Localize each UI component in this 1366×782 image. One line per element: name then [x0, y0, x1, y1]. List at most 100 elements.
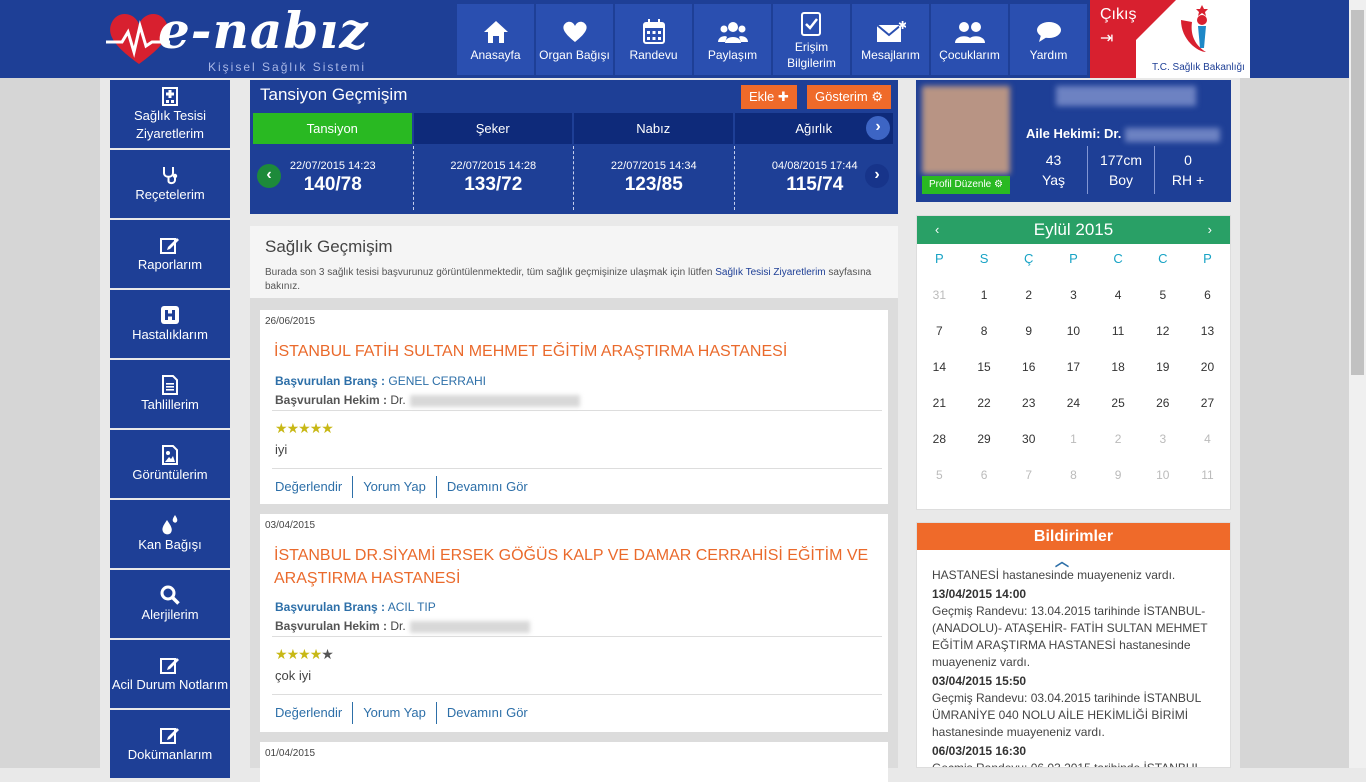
readings-next-arrow-icon[interactable]: ›: [865, 164, 889, 188]
rate-link[interactable]: Değerlendir: [275, 476, 352, 498]
calendar-day[interactable]: 9: [1006, 318, 1051, 354]
calendar-day[interactable]: 9: [1096, 462, 1141, 498]
calendar-day[interactable]: 30: [1006, 426, 1051, 462]
sidebar-item-tests[interactable]: Tahlillerim: [110, 360, 230, 428]
star-filled-icon[interactable]: ★: [321, 420, 334, 436]
calendar-day[interactable]: 27: [1185, 390, 1230, 426]
calendar-day[interactable]: 22: [962, 390, 1007, 426]
calendar-day[interactable]: 6: [1185, 282, 1230, 318]
calendar-day[interactable]: 11: [1096, 318, 1141, 354]
star-filled-icon[interactable]: ★: [298, 420, 311, 436]
hospital-name[interactable]: İSTANBUL FATİH SULTAN MEHMET EĞİTİM ARAŞ…: [274, 340, 879, 363]
calendar-day[interactable]: 23: [1006, 390, 1051, 426]
calendar-day[interactable]: 3: [1051, 282, 1096, 318]
nav-sharing-label: Paylaşım: [707, 47, 758, 62]
calendar-day[interactable]: 6: [962, 462, 1007, 498]
readings-prev-arrow-icon[interactable]: ‹: [257, 164, 281, 188]
sidebar-item-facility-visits[interactable]: Sağlık Tesisi Ziyaretlerim: [110, 80, 230, 148]
nav-help[interactable]: Yardım: [1010, 4, 1087, 75]
see-more-link[interactable]: Devamını Gör: [435, 476, 538, 498]
calendar-day[interactable]: 10: [1140, 462, 1185, 498]
calendar-prev-icon[interactable]: ‹: [935, 216, 939, 244]
calendar-day[interactable]: 2: [1006, 282, 1051, 318]
calendar-day[interactable]: 29: [962, 426, 1007, 462]
sidebar-item-reports[interactable]: Raporlarım: [110, 220, 230, 288]
calendar-day[interactable]: 11: [1185, 462, 1230, 498]
page-scrollbar[interactable]: [1349, 0, 1366, 768]
sidebar-item-allergies[interactable]: Alerjilerim: [110, 570, 230, 638]
calendar-day[interactable]: 4: [1185, 426, 1230, 462]
rate-link[interactable]: Değerlendir: [275, 702, 352, 724]
calendar-day[interactable]: 17: [1051, 354, 1096, 390]
facility-visits-link[interactable]: Sağlık Tesisi Ziyaretlerim: [715, 267, 825, 278]
calendar-next-icon[interactable]: ›: [1208, 216, 1212, 244]
calendar-day[interactable]: 10: [1051, 318, 1096, 354]
sidebar-item-diseases[interactable]: Hastalıklarım: [110, 290, 230, 358]
calendar-day[interactable]: 2: [1096, 426, 1141, 462]
nav-messages-label: Mesajlarım: [861, 47, 920, 62]
scrollbar-thumb[interactable]: [1351, 10, 1364, 375]
calendar-day[interactable]: 3: [1140, 426, 1185, 462]
calendar-day[interactable]: 4: [1096, 282, 1141, 318]
star-empty-icon[interactable]: ★: [321, 646, 334, 662]
sidebar-item-images[interactable]: Görüntülerim: [110, 430, 230, 498]
sidebar-item-blood-donation[interactable]: Kan Bağışı: [110, 500, 230, 568]
calendar-day[interactable]: 19: [1140, 354, 1185, 390]
nav-organ-donation[interactable]: Organ Bağışı: [536, 4, 613, 75]
hospital-name[interactable]: İSTANBUL DR.SİYAMİ ERSEK GÖĞÜS KALP VE D…: [274, 544, 879, 590]
calendar-day[interactable]: 28: [917, 426, 962, 462]
calendar-day[interactable]: 1: [962, 282, 1007, 318]
calendar-day[interactable]: 14: [917, 354, 962, 390]
comment-link[interactable]: Yorum Yap: [352, 702, 436, 724]
tab-blood-pressure[interactable]: Tansiyon: [253, 113, 412, 144]
tabs-next-arrow-icon[interactable]: ›: [866, 116, 890, 140]
display-button[interactable]: Gösterim ⚙: [807, 85, 892, 109]
calendar-day[interactable]: 7: [1006, 462, 1051, 498]
calendar-day[interactable]: 1: [1051, 426, 1096, 462]
nav-appointment[interactable]: Randevu: [615, 4, 692, 75]
e-nabiz-logo[interactable]: e-nabız Kişisel Sağlık Sistemi: [100, 0, 390, 78]
calendar-day[interactable]: 26: [1140, 390, 1185, 426]
calendar-day[interactable]: 21: [917, 390, 962, 426]
profile-edit-button[interactable]: Profil Düzenle ⚙: [922, 176, 1010, 194]
calendar-day[interactable]: 24: [1051, 390, 1096, 426]
calendar-day[interactable]: 5: [917, 462, 962, 498]
sidebar-item-emergency-notes[interactable]: Acil Durum Notlarım: [110, 640, 230, 708]
nav-messages[interactable]: ✱ Mesajlarım: [852, 4, 929, 75]
calendar-day[interactable]: 7: [917, 318, 962, 354]
nav-home[interactable]: Anasayfa: [457, 4, 534, 75]
logout-label: Çıkış: [1100, 6, 1137, 23]
tab-pulse[interactable]: Nabız: [574, 113, 733, 144]
calendar-day[interactable]: 13: [1185, 318, 1230, 354]
star-filled-icon[interactable]: ★: [310, 646, 323, 662]
sidebar-item-prescriptions[interactable]: Reçetelerim: [110, 150, 230, 218]
comment-link[interactable]: Yorum Yap: [352, 476, 436, 498]
nav-access-info[interactable]: Erişim Bilgilerim: [773, 4, 850, 75]
ministry-logo[interactable]: T.C. Sağlık Bakanlığı: [1136, 0, 1250, 78]
calendar-day[interactable]: 5: [1140, 282, 1185, 318]
tab-sugar[interactable]: Şeker: [413, 113, 572, 144]
star-filled-icon[interactable]: ★: [298, 646, 311, 662]
calendar-day[interactable]: 16: [1006, 354, 1051, 390]
calendar-day[interactable]: 15: [962, 354, 1007, 390]
star-filled-icon[interactable]: ★: [310, 420, 323, 436]
nav-sharing[interactable]: Paylaşım: [694, 4, 771, 75]
right-gutter: [1240, 78, 1349, 768]
calendar-day[interactable]: 31: [917, 282, 962, 318]
star-filled-icon[interactable]: ★: [287, 420, 300, 436]
chat-icon: [1036, 21, 1061, 42]
calendar-day[interactable]: 25: [1096, 390, 1141, 426]
see-more-link[interactable]: Devamını Gör: [435, 702, 538, 724]
nav-children[interactable]: Çocuklarım: [931, 4, 1008, 75]
calendar-day[interactable]: 20: [1185, 354, 1230, 390]
calendar-weekday: C: [1113, 251, 1123, 266]
calendar-day[interactable]: 8: [1051, 462, 1096, 498]
doctor-row: Başvurulan Hekim : Dr.: [275, 393, 580, 407]
calendar-day[interactable]: 12: [1140, 318, 1185, 354]
calendar-day[interactable]: 8: [962, 318, 1007, 354]
star-filled-icon[interactable]: ★: [275, 646, 288, 662]
star-filled-icon[interactable]: ★: [287, 646, 300, 662]
star-filled-icon[interactable]: ★: [275, 420, 288, 436]
add-button[interactable]: Ekle ✚: [741, 85, 797, 109]
calendar-day[interactable]: 18: [1096, 354, 1141, 390]
